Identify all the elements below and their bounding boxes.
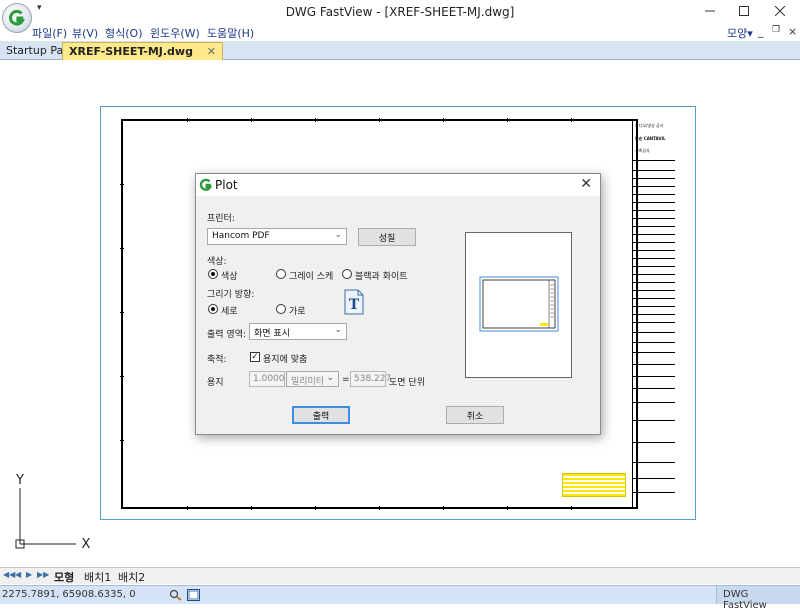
title-block-text: 화순 CANTAVIL (635, 136, 666, 141)
last-tab-icon[interactable]: ▶▶ (37, 570, 49, 579)
unit-value: 밀리미터 (291, 377, 325, 387)
app-name-label: DWG FastView (716, 586, 800, 611)
app-logo-icon[interactable] (2, 3, 32, 33)
output-area-value: 화면 표시 (254, 329, 290, 339)
properties-button[interactable]: 성질 (358, 228, 416, 246)
output-area-select[interactable]: 화면 표시 ⌄ (249, 323, 347, 340)
menu-window[interactable]: 윈도우(W) (150, 25, 200, 41)
next-tab-icon[interactable]: ▶ (26, 570, 32, 579)
dialog-title: Plot (215, 178, 238, 192)
layout-tab-bar: ◀◀ ◀ ▶ ▶▶ 모형 배치1 배치2 (0, 567, 800, 584)
unit-select[interactable]: 밀리미터 ⌄ (286, 371, 339, 387)
maximize-icon[interactable] (726, 0, 762, 22)
menu-format[interactable]: 형식(O) (105, 25, 142, 41)
tab-close-icon[interactable]: ✕ (207, 45, 216, 58)
menu-bar: 파일(F) 뷰(V) 형식(O) 윈도우(W) 도움말(H) 모양▾ _ ❐ × (0, 23, 800, 41)
search-icon[interactable] (169, 589, 182, 601)
prev-tab-icon[interactable]: ◀ (15, 570, 21, 579)
title-block-text: 오디오/영상 공사 (635, 123, 664, 128)
coordinates-readout: 2275.7891, 65908.6335, 0 (2, 589, 136, 600)
fit-to-paper-label: 용지에 맞춤 (263, 355, 308, 365)
dialog-title-bar: Plot ✕ (196, 174, 600, 196)
output-area-label: 출력 영역: (207, 330, 247, 340)
color-radio[interactable] (208, 269, 218, 279)
paper-label: 용지 (207, 378, 224, 388)
paper-scale-input[interactable]: 1.0000 (249, 371, 285, 387)
style-menu[interactable]: 모양▾ (727, 25, 753, 41)
drawing-units-input[interactable]: 538.227 (350, 371, 391, 387)
grayscale-option-label: 그레이 스케 (289, 272, 334, 282)
color-label: 색상: (207, 257, 227, 267)
printer-value: Hancom PDF (212, 231, 270, 241)
grayscale-radio[interactable] (276, 269, 286, 279)
title-block-text: 신축공사 (635, 148, 650, 153)
black-white-radio[interactable] (342, 269, 352, 279)
landscape-radio[interactable] (276, 304, 286, 314)
minimize-icon[interactable] (692, 0, 728, 22)
black-white-option-label: 블랙과 화이트 (355, 272, 408, 282)
ucs-y-label: Y (15, 474, 24, 488)
color-option-label: 색상 (221, 272, 238, 282)
close-window-icon[interactable] (762, 0, 798, 22)
portrait-radio[interactable] (208, 304, 218, 314)
menu-view[interactable]: 뷰(V) (72, 25, 98, 41)
close-icon[interactable]: ✕ (580, 176, 592, 192)
orientation-letter: T (349, 297, 360, 313)
window-title: DWG FastView - [XREF-SHEET-MJ.dwg] (285, 5, 515, 19)
landscape-option-label: 가로 (289, 307, 306, 317)
chevron-down-icon: ⌄ (326, 373, 334, 383)
chevron-down-icon: ⌄ (334, 325, 342, 335)
fit-to-paper-checkbox[interactable]: ✓ (250, 352, 260, 362)
status-bar: 2275.7891, 65908.6335, 0 DWG FastView (0, 585, 800, 611)
mdi-minimize-icon[interactable]: _ (758, 25, 764, 38)
tab-xref-sheet[interactable]: XREF-SHEET-MJ.dwg ✕ (62, 42, 224, 60)
chevron-down-icon: ⌄ (334, 230, 342, 240)
print-button[interactable]: 출력 (292, 406, 350, 424)
printer-label: 프린터: (207, 214, 235, 224)
tab-layout2[interactable]: 배치2 (118, 569, 145, 585)
equals-label: = (342, 375, 350, 385)
mdi-close-icon[interactable]: × (788, 25, 797, 38)
layout-view-icon[interactable] (187, 589, 200, 601)
tab-model[interactable]: 모형 (54, 569, 74, 585)
title-bar: ▾ DWG FastView - [XREF-SHEET-MJ.dwg] (0, 0, 800, 33)
orientation-label: 그리기 방향: (207, 290, 255, 300)
plot-preview (465, 232, 572, 378)
scale-label: 축적: (207, 355, 227, 365)
yellow-stamp (562, 473, 626, 497)
printer-select[interactable]: Hancom PDF ⌄ (207, 228, 347, 245)
menu-file[interactable]: 파일(F) (32, 25, 67, 41)
tab-label: XREF-SHEET-MJ.dwg (69, 45, 193, 58)
cancel-button[interactable]: 취소 (446, 406, 504, 424)
ucs-x-label: X (82, 537, 91, 552)
title-block: 오디오/영상 공사 화순 CANTAVIL 신축공사 (632, 120, 675, 508)
portrait-option-label: 세로 (221, 307, 238, 317)
mdi-restore-icon[interactable]: ❐ (772, 25, 780, 35)
document-tabs: Startup Page XREF-SHEET-MJ.dwg ✕ (0, 41, 800, 60)
preview-thumbnail (479, 276, 559, 332)
app-logo-icon (199, 178, 213, 191)
drawing-units-label: 도면 단위 (389, 378, 425, 388)
portrait-orientation-icon: T (344, 289, 364, 315)
ucs-axis-icon: Y X (15, 474, 91, 552)
first-tab-icon[interactable]: ◀◀ (3, 570, 15, 579)
menu-help[interactable]: 도움말(H) (207, 25, 254, 41)
tab-layout1[interactable]: 배치1 (84, 569, 111, 585)
